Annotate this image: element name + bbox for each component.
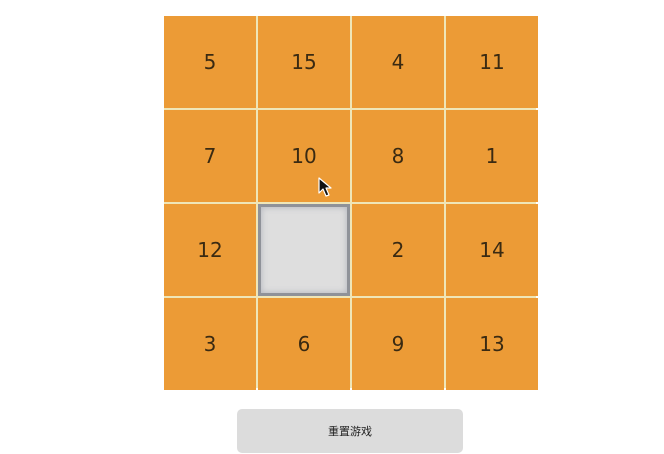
- puzzle-tile[interactable]: 3: [164, 298, 256, 390]
- puzzle-board: 5 15 4 11 7 10 8 1 12 2 14 3 6 9 13: [164, 16, 538, 390]
- puzzle-tile[interactable]: 4: [352, 16, 444, 108]
- puzzle-tile[interactable]: 10: [258, 110, 350, 202]
- puzzle-tile[interactable]: 6: [258, 298, 350, 390]
- puzzle-tile[interactable]: 8: [352, 110, 444, 202]
- puzzle-tile[interactable]: 15: [258, 16, 350, 108]
- puzzle-tile[interactable]: 14: [446, 204, 538, 296]
- puzzle-tile[interactable]: 9: [352, 298, 444, 390]
- puzzle-tile[interactable]: 7: [164, 110, 256, 202]
- game-stage: 5 15 4 11 7 10 8 1 12 2 14 3 6 9 13 重置游戏: [0, 0, 664, 454]
- puzzle-tile[interactable]: 2: [352, 204, 444, 296]
- puzzle-tile[interactable]: 5: [164, 16, 256, 108]
- puzzle-tile[interactable]: 1: [446, 110, 538, 202]
- reset-game-button[interactable]: 重置游戏: [237, 409, 463, 453]
- puzzle-tile[interactable]: 13: [446, 298, 538, 390]
- empty-slot: [258, 204, 350, 296]
- puzzle-tile[interactable]: 12: [164, 204, 256, 296]
- puzzle-tile[interactable]: 11: [446, 16, 538, 108]
